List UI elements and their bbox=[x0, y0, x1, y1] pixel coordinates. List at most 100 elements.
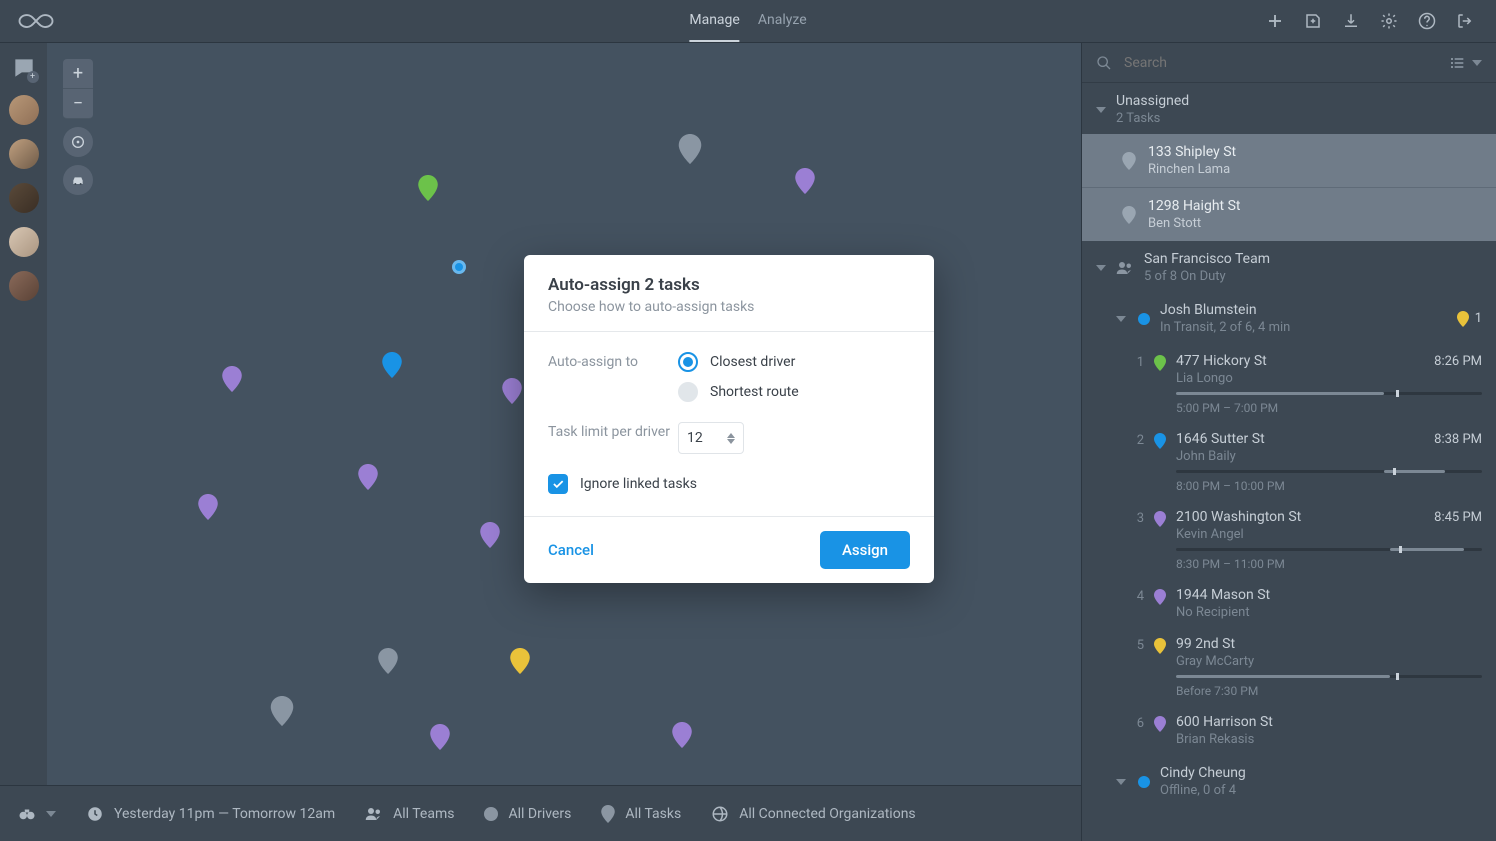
route-number: 5 bbox=[1132, 636, 1144, 653]
map-pin[interactable] bbox=[795, 168, 815, 194]
task-item[interactable]: 1298 Haight St Ben Stott bbox=[1082, 188, 1496, 241]
map-pin[interactable] bbox=[678, 134, 702, 164]
task-subtitle: No Recipient bbox=[1176, 605, 1482, 620]
route-task[interactable]: 41944 Mason StNo Recipient bbox=[1082, 579, 1496, 628]
route-task[interactable]: 21646 Sutter St8:38 PMJohn Baily8:00 PM … bbox=[1082, 423, 1496, 501]
nav-tabs: Manage Analyze bbox=[689, 0, 806, 42]
view-mode-button[interactable] bbox=[18, 805, 56, 823]
driver-header[interactable]: Josh Blumstein In Transit, 2 of 6, 4 min… bbox=[1082, 292, 1496, 345]
map-pin[interactable] bbox=[430, 724, 450, 750]
route-task[interactable]: 1477 Hickory St8:26 PMLia Longo5:00 PM –… bbox=[1082, 345, 1496, 423]
drivers-filter[interactable]: All Drivers bbox=[484, 806, 571, 822]
task-subtitle: Lia Longo bbox=[1176, 371, 1482, 386]
group-title: Unassigned bbox=[1116, 93, 1189, 109]
step-up[interactable] bbox=[727, 433, 735, 438]
cancel-button[interactable]: Cancel bbox=[548, 541, 594, 559]
search-icon bbox=[1096, 55, 1112, 71]
zoom-in-button[interactable]: + bbox=[63, 59, 93, 89]
route-number: 1 bbox=[1132, 353, 1144, 370]
search-bar bbox=[1082, 43, 1496, 83]
modal-subtitle: Choose how to auto-assign tasks bbox=[548, 299, 910, 315]
driver-status-dot bbox=[1138, 313, 1150, 325]
tab-analyze[interactable]: Analyze bbox=[758, 0, 807, 42]
time-window: 8:00 PM – 10:00 PM bbox=[1176, 479, 1482, 493]
search-input[interactable] bbox=[1124, 55, 1438, 71]
unassigned-group-header[interactable]: Unassigned 2 Tasks bbox=[1082, 83, 1496, 134]
import-icon[interactable] bbox=[1304, 12, 1322, 30]
route-task[interactable]: 32100 Washington St8:45 PMKevin Angel8:3… bbox=[1082, 501, 1496, 579]
gear-icon[interactable] bbox=[1380, 12, 1398, 30]
teams-filter[interactable]: All Teams bbox=[365, 805, 454, 823]
chevron-down-icon bbox=[1116, 779, 1126, 785]
map-pin[interactable] bbox=[510, 648, 530, 674]
map-pin[interactable] bbox=[502, 378, 522, 404]
chevron-down-icon bbox=[46, 811, 56, 817]
task-subtitle: Ben Stott bbox=[1148, 216, 1482, 231]
map-pin[interactable] bbox=[480, 522, 500, 548]
auto-assign-modal: Auto-assign 2 tasks Choose how to auto-a… bbox=[524, 255, 934, 583]
task-item[interactable]: 133 Shipley St Rinchen Lama bbox=[1082, 134, 1496, 188]
pin-icon bbox=[1122, 152, 1136, 170]
download-icon[interactable] bbox=[1342, 12, 1360, 30]
team-group-header[interactable]: San Francisco Team 5 of 8 On Duty bbox=[1082, 241, 1496, 292]
ignore-linked-checkbox[interactable]: Ignore linked tasks bbox=[548, 474, 910, 494]
logout-icon[interactable] bbox=[1456, 12, 1474, 30]
avatar[interactable] bbox=[9, 139, 39, 169]
modal-title: Auto-assign 2 tasks bbox=[548, 275, 910, 295]
avatar[interactable] bbox=[9, 271, 39, 301]
sidebar: Unassigned 2 Tasks 133 Shipley St Rinche… bbox=[1081, 43, 1496, 841]
task-limit-label: Task limit per driver bbox=[548, 422, 678, 440]
avatar[interactable] bbox=[9, 95, 39, 125]
sidebar-content[interactable]: Unassigned 2 Tasks 133 Shipley St Rinche… bbox=[1082, 83, 1496, 841]
assign-button[interactable]: Assign bbox=[820, 531, 910, 569]
time-window: Before 7:30 PM bbox=[1176, 684, 1482, 698]
list-view-icon[interactable] bbox=[1450, 55, 1466, 71]
task-subtitle: Gray McCarty bbox=[1176, 654, 1482, 669]
map-pin[interactable] bbox=[418, 175, 438, 201]
task-limit-stepper[interactable]: 12 bbox=[678, 422, 744, 454]
driver-header[interactable]: Cindy Cheung Offline, 0 of 4 bbox=[1082, 755, 1496, 808]
zoom-out-button[interactable]: − bbox=[63, 89, 93, 119]
avatar[interactable] bbox=[9, 227, 39, 257]
modal-body: Auto-assign to Closest driver Shortest r… bbox=[524, 332, 934, 516]
map-pin[interactable] bbox=[672, 722, 692, 748]
binoculars-icon bbox=[18, 805, 36, 823]
pin-icon bbox=[1154, 638, 1166, 654]
radio-shortest-route[interactable]: Shortest route bbox=[678, 382, 910, 402]
chevron-down-icon bbox=[1096, 265, 1106, 271]
bottom-bar: Yesterday 11pm — Tomorrow 12am All Teams… bbox=[0, 785, 1081, 841]
left-rail: + bbox=[0, 43, 47, 785]
step-down[interactable] bbox=[727, 439, 735, 444]
map-pin[interactable] bbox=[382, 352, 402, 378]
task-title: 477 Hickory St bbox=[1176, 353, 1267, 369]
assign-to-label: Auto-assign to bbox=[548, 352, 678, 370]
help-icon[interactable] bbox=[1418, 12, 1436, 30]
pin-icon bbox=[1122, 206, 1136, 224]
view-dropdown-icon[interactable] bbox=[1472, 60, 1482, 66]
map-pin[interactable] bbox=[270, 696, 294, 726]
time-range-filter[interactable]: Yesterday 11pm — Tomorrow 12am bbox=[86, 805, 335, 823]
tab-manage[interactable]: Manage bbox=[689, 0, 739, 42]
chat-icon[interactable]: + bbox=[11, 55, 37, 81]
map-pin[interactable] bbox=[358, 464, 378, 490]
route-task[interactable]: 599 2nd StGray McCartyBefore 7:30 PM bbox=[1082, 628, 1496, 706]
route-number: 6 bbox=[1132, 714, 1144, 731]
route-task[interactable]: 6600 Harrison StBrian Rekasis bbox=[1082, 706, 1496, 755]
task-title: 1298 Haight St bbox=[1148, 198, 1482, 214]
task-subtitle: John Baily bbox=[1176, 449, 1482, 464]
orgs-filter[interactable]: All Connected Organizations bbox=[711, 805, 915, 823]
org-icon bbox=[711, 805, 729, 823]
driver-subtitle: In Transit, 2 of 6, 4 min bbox=[1160, 320, 1447, 335]
radio-closest-driver[interactable]: Closest driver bbox=[678, 352, 910, 372]
map-pin[interactable] bbox=[198, 494, 218, 520]
avatar[interactable] bbox=[9, 183, 39, 213]
pin-icon bbox=[1154, 511, 1166, 527]
locate-button[interactable] bbox=[63, 127, 93, 157]
driver-location-dot[interactable] bbox=[452, 260, 466, 274]
traffic-button[interactable] bbox=[63, 165, 93, 195]
tasks-filter[interactable]: All Tasks bbox=[601, 805, 681, 823]
task-title: 2100 Washington St bbox=[1176, 509, 1301, 525]
map-pin[interactable] bbox=[378, 648, 398, 674]
add-icon[interactable] bbox=[1266, 12, 1284, 30]
map-pin[interactable] bbox=[222, 366, 242, 392]
